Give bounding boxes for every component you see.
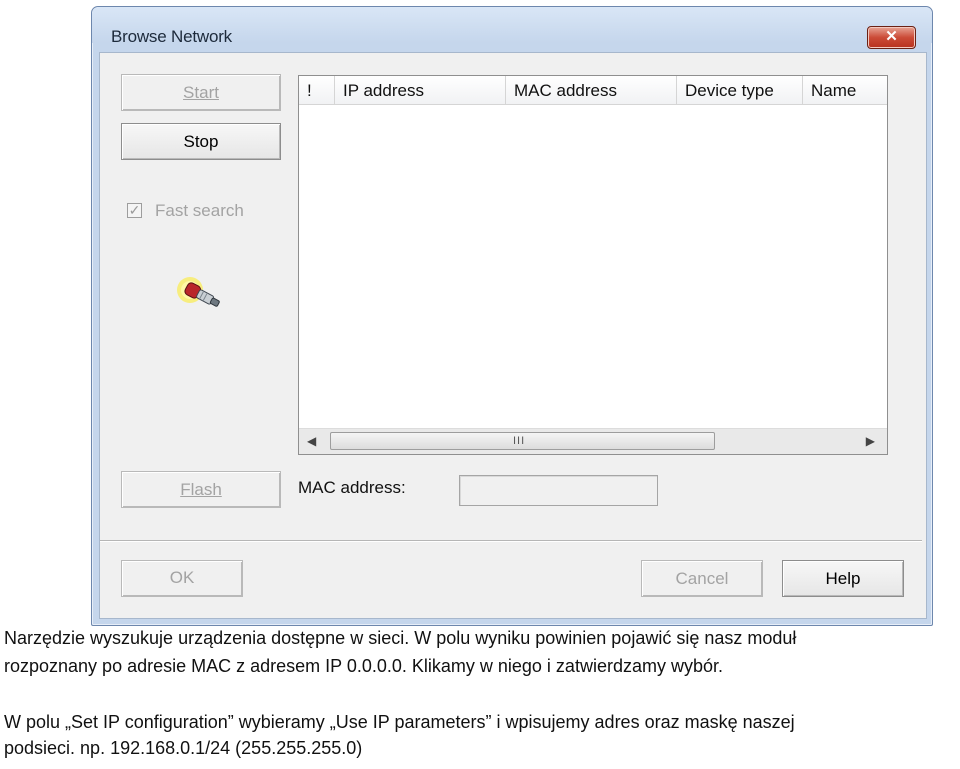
ok-button-label: OK <box>169 568 195 587</box>
column-header-mac-address[interactable]: MAC address <box>506 76 677 104</box>
ok-button[interactable]: OK <box>121 560 243 597</box>
fast-search-checkbox[interactable]: ✓ <box>127 203 142 218</box>
column-header-name[interactable]: Name <box>803 76 887 104</box>
column-header-status[interactable]: ! <box>299 76 335 104</box>
scrollbar-grip: III <box>513 435 526 447</box>
column-header-device-type[interactable]: Device type <box>677 76 803 104</box>
device-list[interactable]: ! IP address MAC address Device type Nam… <box>298 75 888 455</box>
flash-button[interactable]: Flash <box>121 471 281 508</box>
caption-paragraph-1-line-1: Narzędzie wyszukuje urządzenia dostępne … <box>4 628 797 648</box>
footer-separator <box>100 540 922 542</box>
cancel-button-label: Cancel <box>675 569 729 588</box>
device-list-header: ! IP address MAC address Device type Nam… <box>299 76 887 105</box>
start-button-label: Start <box>183 83 219 102</box>
scroll-right-icon[interactable]: ▶ <box>866 434 875 448</box>
network-probe-icon <box>170 272 230 316</box>
horizontal-scrollbar[interactable]: ◀ III ▶ <box>299 428 887 454</box>
close-icon: ✕ <box>885 28 898 45</box>
flash-button-label: Flash <box>180 480 222 499</box>
dialog-title: Browse Network <box>111 27 232 46</box>
start-button[interactable]: Start <box>121 74 281 111</box>
checkmark-icon: ✓ <box>128 202 141 218</box>
close-button[interactable]: ✕ <box>867 26 916 49</box>
title-bar[interactable]: Browse Network ✕ <box>92 7 932 49</box>
column-header-ip-address[interactable]: IP address <box>335 76 506 104</box>
stop-button-label: Stop <box>183 132 219 151</box>
scroll-left-icon[interactable]: ◀ <box>307 434 316 448</box>
mac-address-field[interactable] <box>459 475 658 506</box>
fast-search-label: Fast search <box>155 201 244 220</box>
help-button-label: Help <box>825 569 861 588</box>
stop-button[interactable]: Stop <box>121 123 281 160</box>
cancel-button[interactable]: Cancel <box>641 560 763 597</box>
caption-paragraph-2-line-1: W polu „Set IP configuration” wybieramy … <box>4 712 795 732</box>
help-button[interactable]: Help <box>782 560 904 597</box>
mac-address-label: MAC address: <box>298 478 406 497</box>
caption-paragraph-2-line-2: podsieci. np. 192.168.0.1/24 (255.255.25… <box>4 738 363 758</box>
scrollbar-thumb[interactable]: III <box>330 432 715 450</box>
caption-paragraph-1-line-2: rozpoznany po adresie MAC z adresem IP 0… <box>4 656 723 676</box>
